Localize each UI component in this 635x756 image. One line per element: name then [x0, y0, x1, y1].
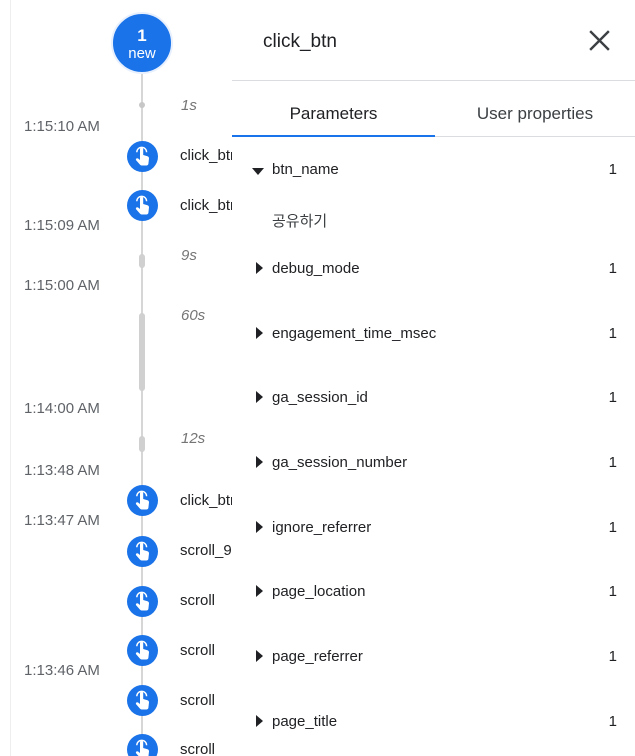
touch-icon[interactable]: [127, 685, 158, 716]
timestamp: 1:15:09 AM: [24, 217, 100, 234]
param-name: page_title: [272, 713, 338, 730]
param-count: 1: [608, 519, 617, 536]
param-row-debug-mode[interactable]: debug_mode 1: [232, 254, 635, 284]
gap-marker: [139, 102, 145, 108]
timestamp: 1:13:46 AM: [24, 662, 100, 679]
timestamp: 1:13:47 AM: [24, 512, 100, 529]
touch-icon[interactable]: [127, 141, 158, 172]
gap-label: 60s: [181, 307, 206, 324]
param-count: 1: [608, 325, 617, 342]
touch-icon[interactable]: [127, 635, 158, 666]
event-details-panel: click_btn Parameters User properties btn…: [232, 0, 635, 756]
debug-timeline: 1 new 1s 9s 60s 12s 1:15:10 AM 1:15:09 A…: [0, 0, 235, 756]
gap-label: 12s: [181, 430, 206, 447]
tab-parameters[interactable]: Parameters: [232, 81, 435, 137]
timeline-event[interactable]: scroll: [180, 741, 215, 756]
active-tab-indicator: [232, 135, 435, 137]
timeline-event[interactable]: scroll: [180, 592, 215, 609]
param-name: ga_session_number: [272, 454, 408, 471]
param-name: page_referrer: [272, 648, 363, 665]
touch-icon[interactable]: [127, 485, 158, 516]
gap-marker: [139, 436, 145, 452]
touch-icon[interactable]: [127, 190, 158, 221]
param-name: page_location: [272, 583, 366, 600]
param-row-engagement-time-msec[interactable]: engagement_time_msec 1: [232, 319, 635, 349]
param-row-ga-session-number[interactable]: ga_session_number 1: [232, 448, 635, 478]
param-name: ga_session_id: [272, 389, 368, 406]
caret-right-icon: [256, 715, 263, 727]
new-count: 1: [137, 26, 147, 45]
caret-right-icon: [256, 521, 263, 533]
gap-label: 9s: [181, 247, 197, 264]
param-name: ignore_referrer: [272, 519, 372, 536]
timeline-event[interactable]: scroll: [180, 642, 215, 659]
param-count: 1: [608, 583, 617, 600]
tab-user-properties[interactable]: User properties: [435, 81, 635, 137]
param-count: 1: [608, 648, 617, 665]
caret-right-icon: [256, 650, 263, 662]
param-count: 1: [608, 713, 617, 730]
new-events-badge[interactable]: 1 new: [111, 12, 173, 74]
param-name: debug_mode: [272, 260, 360, 277]
param-name: engagement_time_msec: [272, 325, 437, 342]
timeline-event[interactable]: click_btn: [180, 197, 235, 214]
caret-right-icon: [256, 327, 263, 339]
param-row-page-referrer[interactable]: page_referrer 1: [232, 642, 635, 672]
panel-title: click_btn: [263, 31, 337, 52]
timestamp: 1:15:10 AM: [24, 118, 100, 135]
new-label: new: [128, 45, 156, 62]
param-value: 공유하기: [272, 212, 328, 230]
param-row-ignore-referrer[interactable]: ignore_referrer 1: [232, 513, 635, 543]
timeline-event[interactable]: scroll: [180, 692, 215, 709]
timestamp: 1:15:00 AM: [24, 277, 100, 294]
param-count: 1: [608, 260, 617, 277]
param-count: 1: [608, 389, 617, 406]
touch-icon[interactable]: [127, 734, 158, 756]
tab-bar: Parameters User properties: [232, 80, 635, 137]
param-count: 1: [608, 454, 617, 471]
gap-marker: [139, 313, 145, 391]
timestamp: 1:13:48 AM: [24, 462, 100, 479]
gap-marker: [139, 254, 145, 268]
param-row-page-title[interactable]: page_title 1: [232, 707, 635, 737]
caret-right-icon: [256, 391, 263, 403]
param-name: btn_name: [272, 161, 339, 178]
timeline-event[interactable]: scroll_90: [180, 542, 235, 559]
close-button[interactable]: [584, 28, 614, 54]
timestamp: 1:14:00 AM: [24, 400, 100, 417]
caret-down-icon: [252, 168, 264, 175]
caret-right-icon: [256, 456, 263, 468]
param-row-page-location[interactable]: page_location 1: [232, 577, 635, 607]
touch-icon[interactable]: [127, 586, 158, 617]
param-count: 1: [608, 161, 617, 178]
param-row-ga-session-id[interactable]: ga_session_id 1: [232, 383, 635, 413]
touch-icon[interactable]: [127, 536, 158, 567]
close-icon: [589, 30, 610, 51]
caret-right-icon: [256, 585, 263, 597]
timeline-event[interactable]: click_btn: [180, 492, 235, 509]
gap-label: 1s: [181, 97, 197, 114]
caret-right-icon: [256, 262, 263, 274]
param-row-btn-name[interactable]: btn_name 1: [232, 155, 635, 185]
timeline-event[interactable]: click_btn: [180, 147, 235, 164]
